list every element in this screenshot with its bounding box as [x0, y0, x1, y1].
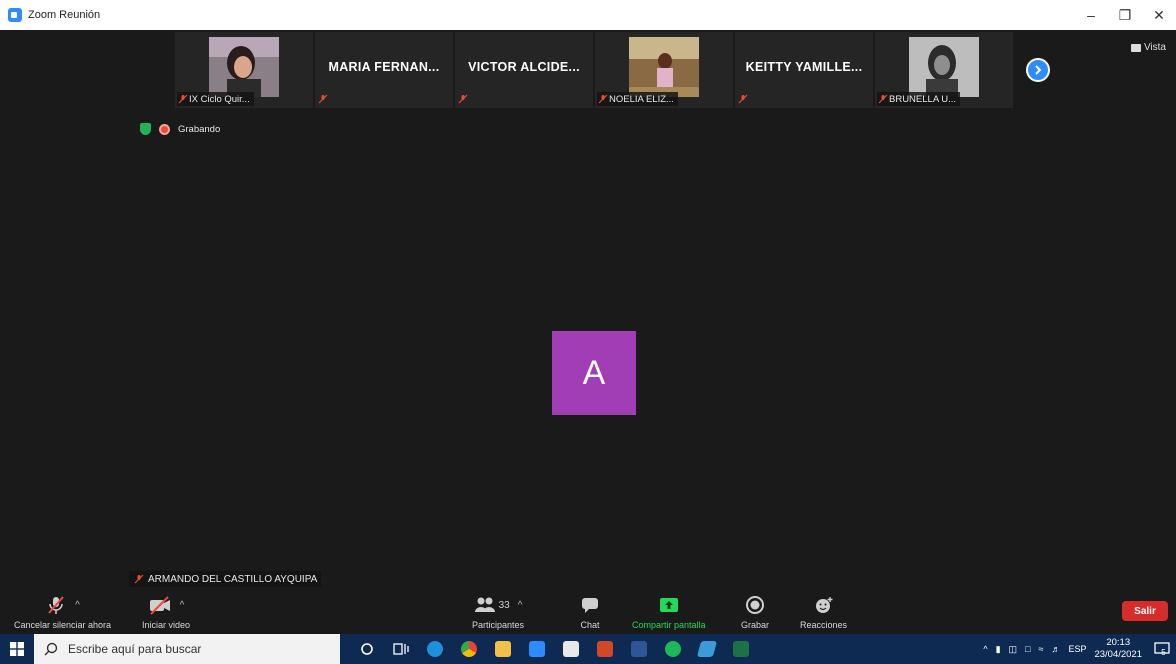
participant-caption — [317, 92, 333, 106]
mute-button[interactable]: ^ Cancelar silenciar ahora — [14, 593, 111, 630]
tray-expand-icon[interactable]: ^ — [983, 644, 987, 654]
spotify-icon[interactable] — [656, 634, 690, 664]
taskbar-search[interactable]: Escribe aquí para buscar — [34, 634, 340, 664]
chat-button[interactable]: Chat — [580, 593, 600, 630]
windows-start-button[interactable] — [0, 634, 34, 664]
word-icon[interactable] — [622, 634, 656, 664]
search-placeholder: Escribe aquí para buscar — [68, 642, 202, 656]
grid-view-icon — [1130, 43, 1141, 52]
notifications-icon[interactable]: 5 — [1150, 640, 1170, 658]
mic-tray-icon[interactable]: ▮ — [996, 644, 1001, 655]
clock-time: 20:13 — [1106, 637, 1131, 648]
participant-strip: IX Ciclo Quir... MARIA FERNAN... VICTOR … — [175, 32, 1013, 108]
window-titlebar: Zoom Reunión – ❐ ✕ — [0, 0, 1176, 30]
chevron-right-icon — [1035, 65, 1042, 75]
excel-icon[interactable] — [724, 634, 758, 664]
close-icon[interactable]: ✕ — [1142, 0, 1176, 30]
share-screen-icon — [659, 598, 678, 612]
share-screen-button[interactable]: Compartir pantalla — [632, 593, 706, 630]
participant-name: KEITTY YAMILLE... — [745, 60, 863, 74]
participant-name: VICTOR ALCIDE... — [468, 60, 580, 74]
start-video-button[interactable]: ^ Iniciar video — [142, 593, 190, 630]
record-icon — [746, 596, 764, 614]
recording-indicator: Grabando — [140, 123, 220, 135]
video-off-icon — [149, 596, 170, 615]
participant-photo — [629, 37, 699, 97]
zoom-app-icon[interactable] — [520, 634, 554, 664]
participant-caption: IX Ciclo Quir... — [177, 92, 254, 106]
window-title: Zoom Reunión — [28, 9, 101, 21]
mic-muted-icon — [177, 93, 189, 105]
participant-caption: BRUNELLA U... — [877, 92, 961, 106]
powerpoint-icon[interactable] — [588, 634, 622, 664]
mic-muted-icon — [737, 93, 749, 105]
chrome-icon[interactable] — [452, 634, 486, 664]
view-button[interactable]: Vista — [1130, 42, 1166, 53]
participant-photo — [209, 37, 279, 97]
meeting-area: IX Ciclo Quir... MARIA FERNAN... VICTOR … — [0, 30, 1176, 634]
mic-muted-icon — [317, 93, 329, 105]
participant-tile[interactable]: IX Ciclo Quir... — [175, 32, 313, 108]
meeting-controls: ^ Cancelar silenciar ahora ^ Iniciar vid… — [0, 591, 1176, 634]
wifi-icon[interactable]: ≈ — [1038, 644, 1043, 654]
mic-muted-icon — [457, 93, 469, 105]
participant-tile[interactable]: BRUNELLA U... — [875, 32, 1013, 108]
zoom-logo-icon — [8, 8, 22, 22]
record-button[interactable]: Grabar — [741, 593, 769, 630]
minimize-icon[interactable]: – — [1074, 0, 1108, 30]
reactions-button[interactable]: Reacciones — [800, 593, 847, 630]
mic-muted-icon — [597, 93, 609, 105]
next-page-button[interactable] — [1026, 58, 1050, 82]
windows-taskbar: Escribe aquí para buscar ^ ▮ ◫ □ ≈ ♬ ESP… — [0, 634, 1176, 664]
participant-name: MARIA FERNAN... — [328, 60, 440, 74]
security-shield-icon[interactable] — [140, 123, 151, 135]
participant-tile[interactable]: VICTOR ALCIDE... — [455, 32, 593, 108]
mic-muted-icon — [133, 573, 145, 585]
reactions-icon — [815, 597, 833, 613]
mute-options-icon[interactable]: ^ — [75, 600, 80, 611]
notes-app-icon[interactable] — [690, 634, 724, 664]
participant-caption — [457, 92, 473, 106]
restore-icon[interactable]: ❐ — [1108, 0, 1142, 30]
participant-photo — [909, 37, 979, 97]
participants-count: 33 — [498, 599, 510, 611]
view-label: Vista — [1143, 42, 1166, 53]
cortana-icon[interactable] — [350, 634, 384, 664]
taskbar-apps — [350, 634, 758, 664]
window-controls: – ❐ ✕ — [1074, 0, 1176, 30]
battery-icon[interactable]: ◫ — [1009, 644, 1018, 655]
store-icon[interactable] — [554, 634, 588, 664]
participants-options-icon[interactable]: ^ — [518, 600, 523, 611]
windows-logo-icon — [10, 642, 24, 656]
participants-icon — [474, 597, 495, 612]
search-icon — [44, 642, 58, 656]
recording-icon — [159, 123, 170, 135]
participants-button[interactable]: 33 ^ Participantes — [472, 593, 524, 630]
active-speaker-name: ARMANDO DEL CASTILLO AYQUIPA — [148, 573, 318, 585]
notification-count: 5 — [1161, 647, 1166, 657]
network-icon[interactable]: □ — [1025, 644, 1030, 654]
active-speaker-avatar: A — [552, 331, 636, 415]
file-explorer-icon[interactable] — [486, 634, 520, 664]
chat-icon — [582, 598, 598, 613]
mic-off-icon — [48, 596, 64, 614]
participant-tile[interactable]: KEITTY YAMILLE... — [735, 32, 873, 108]
clock[interactable]: 20:13 23/04/2021 — [1094, 637, 1142, 661]
leave-button[interactable]: Salir — [1122, 601, 1168, 621]
participant-tile[interactable]: NOELIA ELIZ... — [595, 32, 733, 108]
participant-tile[interactable]: MARIA FERNAN... — [315, 32, 453, 108]
active-speaker-label: ARMANDO DEL CASTILLO AYQUIPA — [129, 571, 322, 587]
edge-icon[interactable] — [418, 634, 452, 664]
video-options-icon[interactable]: ^ — [180, 600, 185, 611]
clock-date: 23/04/2021 — [1094, 649, 1142, 660]
volume-icon[interactable]: ♬ — [1051, 644, 1060, 654]
task-view-icon[interactable] — [384, 634, 418, 664]
recording-label: Grabando — [178, 123, 221, 135]
participant-caption: NOELIA ELIZ... — [597, 92, 678, 106]
language-indicator[interactable]: ESP — [1068, 644, 1086, 654]
participant-caption — [737, 92, 753, 106]
system-tray: ^ ▮ ◫ □ ≈ ♬ ESP 20:13 23/04/2021 5 — [983, 634, 1176, 664]
mic-muted-icon — [877, 93, 889, 105]
